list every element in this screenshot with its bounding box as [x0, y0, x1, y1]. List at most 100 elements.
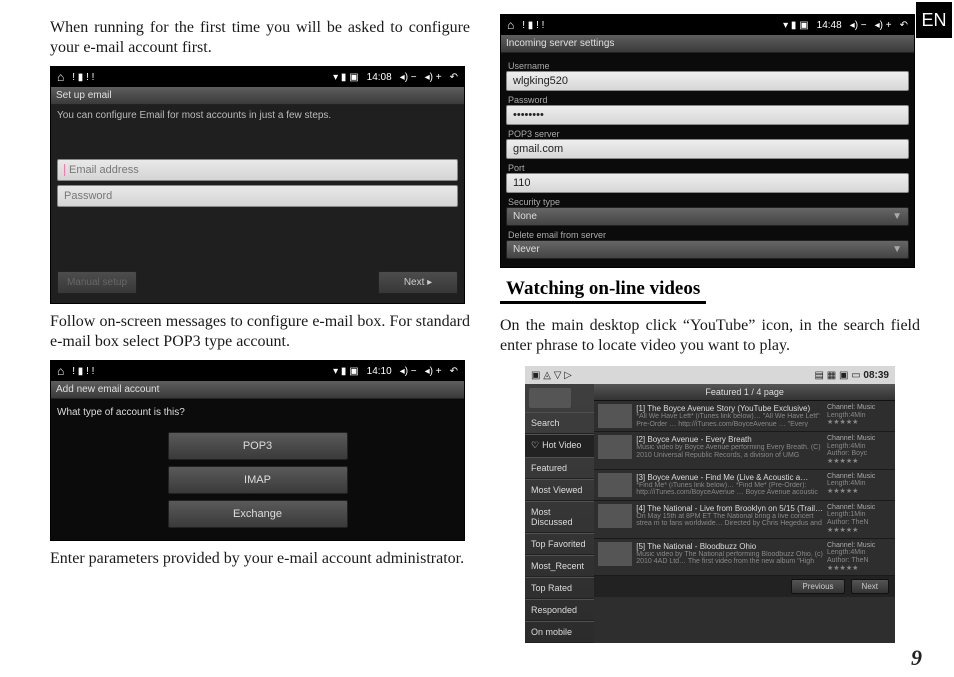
account-type-question: What type of account is this? [57, 405, 458, 426]
video-title: [2] Boyce Avenue - Every Breath [636, 435, 823, 444]
video-description: On May 15th at 8PM ET The National bring… [636, 513, 823, 527]
username-input[interactable]: wlgking520 [506, 71, 909, 91]
yt-tab-on-mobile[interactable]: On mobile [525, 621, 594, 643]
back-icon[interactable]: ↶ [450, 72, 458, 83]
home-icon[interactable]: ⌂ [507, 18, 514, 32]
paragraph-params: Enter parameters provided by your e-mail… [50, 549, 470, 569]
password-label: Password [506, 93, 909, 105]
manual-setup-button[interactable]: Manual setup [57, 271, 137, 294]
imap-button[interactable]: IMAP [168, 466, 348, 494]
yt-video-row[interactable]: [1] The Boyce Avenue Story (YouTube Excl… [594, 401, 895, 432]
signal-icons: ▾ ▮ ▣ [333, 366, 359, 377]
pop3-server-label: POP3 server [506, 127, 909, 139]
vol-down-icon[interactable]: ◂) − [400, 366, 417, 377]
video-thumbnail [598, 435, 632, 459]
video-description: *All We Have Left* (iTunes link below)… … [636, 413, 823, 427]
yt-tab-most-discussed[interactable]: Most Discussed [525, 501, 594, 533]
screenshot-incoming-server: ⌂ ! ▮ ! ! ▾ ▮ ▣ 14:48 ◂) − ◂) + ↶ Incomi… [500, 14, 915, 268]
video-thumbnail [598, 404, 632, 428]
home-icon[interactable]: ⌂ [57, 364, 64, 378]
home-icon[interactable]: ⌂ [57, 70, 64, 84]
status-bar: ⌂ ! ▮ ! ! ▾ ▮ ▣ 14:10 ◂) − ◂) + ↶ [51, 361, 464, 381]
screen-title: Set up email [51, 87, 464, 105]
video-title: [5] The National - Bloodbuzz Ohio [636, 542, 823, 551]
yt-tab-most-recent[interactable]: Most_Recent [525, 555, 594, 577]
chevron-down-icon: ▼ [892, 244, 902, 255]
pop3-server-input[interactable]: gmail.com [506, 139, 909, 159]
password-input[interactable]: •••••••• [506, 105, 909, 125]
paragraph-youtube: On the main desktop click “YouTube” icon… [500, 316, 920, 356]
pop3-button[interactable]: POP3 [168, 432, 348, 460]
chevron-down-icon: ▼ [892, 211, 902, 222]
yt-clock: 08:39 [863, 370, 889, 381]
vol-up-icon[interactable]: ◂) + [425, 366, 442, 377]
screenshot-account-type: ⌂ ! ▮ ! ! ▾ ▮ ▣ 14:10 ◂) − ◂) + ↶ Add ne… [50, 360, 465, 541]
yt-prev-button[interactable]: Previous [791, 579, 844, 594]
language-tab: EN [916, 2, 952, 38]
email-field[interactable]: Email address [57, 159, 458, 181]
heart-icon: ♡ [531, 440, 539, 450]
status-bar: ⌂ ! ▮ ! ! ▾ ▮ ▣ 14:08 ◂) − ◂) + ↶ [51, 67, 464, 87]
video-description: Music video by Boyce Avenue performing E… [636, 444, 823, 458]
yt-status-icons-right: ▤ ▦ ▣ ▭ [815, 370, 864, 381]
video-description: *Find Me* (iTunes link below)… *Find Me*… [636, 482, 823, 496]
notif-icons: ! ▮ ! ! [522, 20, 544, 31]
back-icon[interactable]: ↶ [900, 20, 908, 31]
video-title: [4] The National - Live from Brooklyn on… [636, 504, 823, 513]
yt-video-row[interactable]: [4] The National - Live from Brooklyn on… [594, 501, 895, 539]
vol-down-icon[interactable]: ◂) − [850, 20, 867, 31]
video-thumbnail [598, 504, 632, 528]
yt-main: Featured 1 / 4 page [1] The Boyce Avenue… [594, 384, 895, 643]
video-title: [3] Boyce Avenue - Find Me (Live & Acous… [636, 473, 823, 482]
video-description: Music video by The National performing B… [636, 551, 823, 565]
screen-title: Add new email account [51, 381, 464, 399]
video-thumbnail [598, 473, 632, 497]
yt-page-header: Featured 1 / 4 page [594, 384, 895, 401]
page-number: 9 [911, 645, 922, 671]
yt-sidebar: Search ♡Hot Video Featured Most Viewed M… [525, 384, 594, 643]
clock: 14:48 [817, 20, 842, 31]
delete-email-select[interactable]: Never ▼ [506, 240, 909, 259]
yt-video-row[interactable]: [5] The National - Bloodbuzz OhioMusic v… [594, 539, 895, 577]
port-input[interactable]: 110 [506, 173, 909, 193]
paragraph-intro: When running for the first time you will… [50, 18, 470, 58]
clock: 14:10 [367, 366, 392, 377]
yt-tab-top-rated[interactable]: Top Rated [525, 577, 594, 599]
yt-tab-featured[interactable]: Featured [525, 457, 594, 479]
vol-down-icon[interactable]: ◂) − [400, 72, 417, 83]
right-column: ⌂ ! ▮ ! ! ▾ ▮ ▣ 14:48 ◂) − ◂) + ↶ Incomi… [500, 10, 920, 677]
signal-icons: ▾ ▮ ▣ [333, 72, 359, 83]
vol-up-icon[interactable]: ◂) + [875, 20, 892, 31]
signal-icons: ▾ ▮ ▣ [783, 20, 809, 31]
yt-tab-hot-video[interactable]: ♡Hot Video [525, 434, 594, 457]
yt-tab-top-favorited[interactable]: Top Favorited [525, 533, 594, 555]
video-meta: Channel: MusicLength:4Min★★★★★ [827, 473, 891, 497]
port-label: Port [506, 161, 909, 173]
video-meta: Channel: MusicLength:4MinAuthor: Boyc★★★… [827, 435, 891, 466]
screenshot-youtube: ▣ ◬ ▽ ▷ ▤ ▦ ▣ ▭ 08:39 Search ♡Hot Video … [525, 366, 895, 643]
vol-up-icon[interactable]: ◂) + [425, 72, 442, 83]
video-meta: Channel: MusicLength:4MinAuthor: TheN★★★… [827, 542, 891, 573]
yt-tab-responded[interactable]: Responded [525, 599, 594, 621]
back-icon[interactable]: ↶ [450, 366, 458, 377]
yt-next-button[interactable]: Next [851, 579, 889, 594]
yt-video-row[interactable]: [3] Boyce Avenue - Find Me (Live & Acous… [594, 470, 895, 501]
yt-tab-most-viewed[interactable]: Most Viewed [525, 479, 594, 501]
next-button[interactable]: Next ▸ [378, 271, 458, 294]
yt-video-row[interactable]: [2] Boyce Avenue - Every BreathMusic vid… [594, 432, 895, 470]
video-title: [1] The Boyce Avenue Story (YouTube Excl… [636, 404, 823, 413]
exchange-button[interactable]: Exchange [168, 500, 348, 528]
notif-icons: ! ▮ ! ! [72, 366, 94, 377]
status-bar: ⌂ ! ▮ ! ! ▾ ▮ ▣ 14:48 ◂) − ◂) + ↶ [501, 15, 914, 35]
youtube-logo [529, 388, 571, 408]
password-field[interactable]: Password [57, 185, 458, 207]
security-type-label: Security type [506, 195, 909, 207]
security-type-select[interactable]: None ▼ [506, 207, 909, 226]
yt-tab-search[interactable]: Search [525, 412, 594, 434]
setup-message: You can configure Email for most account… [57, 110, 458, 121]
username-label: Username [506, 59, 909, 71]
section-heading-videos: Watching on-line videos [500, 278, 706, 304]
notif-icons: ! ▮ ! ! [72, 72, 94, 83]
paragraph-follow: Follow on-screen messages to configure e… [50, 312, 470, 352]
video-thumbnail [598, 542, 632, 566]
